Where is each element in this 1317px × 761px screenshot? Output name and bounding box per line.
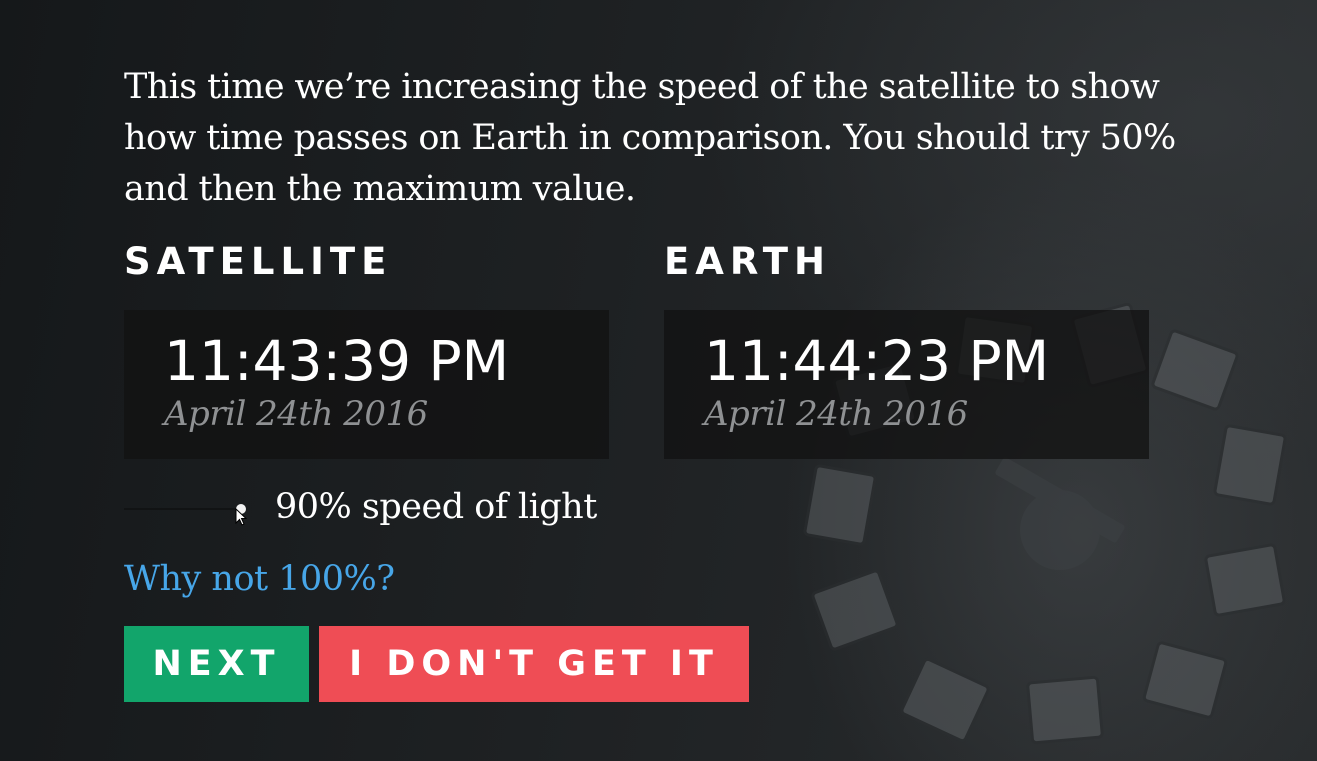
main-content: This time we’re increasing the speed of … xyxy=(124,62,1204,702)
speed-label: 90% speed of light xyxy=(275,487,597,527)
next-button[interactable]: NEXT xyxy=(124,626,309,702)
earth-clock: 11:44:23 PM April 24th 2016 xyxy=(664,310,1149,459)
speed-slider[interactable] xyxy=(124,508,246,510)
earth-date: April 24th 2016 xyxy=(704,394,968,434)
dont-get-it-button[interactable]: I DON'T GET IT xyxy=(319,626,749,702)
satellite-clock: 11:43:39 PM April 24th 2016 xyxy=(124,310,609,459)
satellite-label: SATELLITE xyxy=(124,240,393,283)
speed-control: 90% speed of light xyxy=(124,484,824,534)
why-not-100-link[interactable]: Why not 100%? xyxy=(124,556,395,602)
satellite-time: 11:43:39 PM xyxy=(164,329,510,393)
intro-text: This time we’re increasing the speed of … xyxy=(124,67,1176,209)
earth-label: EARTH xyxy=(664,240,831,283)
mouse-cursor-icon xyxy=(235,508,247,526)
satellite-date: April 24th 2016 xyxy=(164,394,428,434)
earth-time: 11:44:23 PM xyxy=(704,329,1050,393)
